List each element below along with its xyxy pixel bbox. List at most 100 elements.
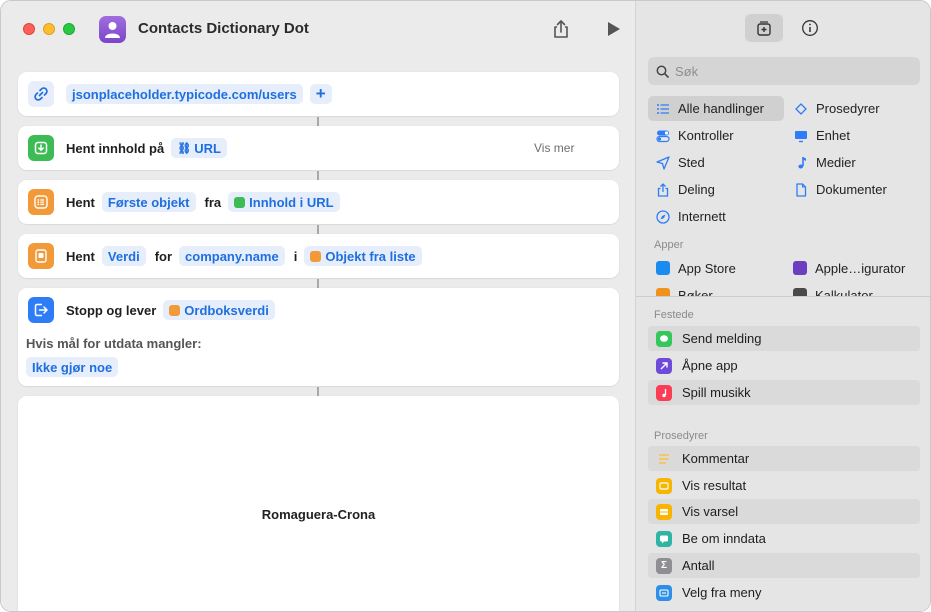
action-url[interactable]: jsonplaceholder.typicode.com/users + xyxy=(18,72,619,116)
search-input[interactable] xyxy=(675,63,905,79)
menu-icon xyxy=(656,584,672,601)
show-more-button[interactable]: Vis mer xyxy=(534,141,574,155)
category-sharing[interactable]: Deling xyxy=(648,177,715,202)
dictionary-value-token[interactable]: Ordboksverdi xyxy=(163,300,275,320)
download-icon xyxy=(28,135,54,161)
close-window-button[interactable] xyxy=(23,23,35,35)
tab-details[interactable] xyxy=(791,14,829,42)
info-icon xyxy=(802,20,818,36)
category-label: Sted xyxy=(678,155,705,170)
app-item-apple-configurator[interactable]: Apple…igurator xyxy=(793,257,905,279)
token-label: Objekt fra liste xyxy=(325,248,416,264)
list-icon xyxy=(656,102,670,116)
for-label: for xyxy=(154,248,173,264)
action-count[interactable]: Σ Antall xyxy=(648,553,920,578)
action-label: Vis resultat xyxy=(682,478,747,493)
flow-connector xyxy=(317,387,319,396)
action-label: Kommentar xyxy=(682,451,750,466)
download-icon xyxy=(234,196,246,208)
flow-connector xyxy=(317,171,319,180)
action-stop-and-output[interactable]: Stopp og lever Ordboksverdi Hvis mål for… xyxy=(18,288,619,386)
action-label: Hent xyxy=(66,194,95,210)
exit-icon xyxy=(28,297,54,323)
tab-action-library[interactable] xyxy=(745,14,783,42)
comment-lines-icon xyxy=(656,451,672,467)
titlebar: Contacts Dictionary Dot xyxy=(1,1,635,57)
category-all-actions[interactable]: Alle handlinger xyxy=(648,96,784,121)
monitor-icon xyxy=(794,129,808,143)
fallback-option-token[interactable]: Ikke gjør noe xyxy=(26,357,119,377)
action-comment[interactable]: Kommentar xyxy=(648,446,920,471)
music-note-icon xyxy=(794,156,808,170)
category-label: Enhet xyxy=(816,128,850,143)
url-token[interactable]: jsonplaceholder.typicode.com/users xyxy=(66,84,303,104)
action-get-dictionary-value[interactable]: Hent Verdi for company.name i Objekt fra… xyxy=(18,234,619,278)
category-label: Internett xyxy=(678,209,726,224)
category-media[interactable]: Medier xyxy=(786,150,856,175)
library-add-icon xyxy=(757,21,771,36)
action-label: Be om inndata xyxy=(682,531,766,546)
action-canvas: jsonplaceholder.typicode.com/users + Hen… xyxy=(1,57,635,611)
action-ask-for-input[interactable]: Be om inndata xyxy=(648,526,920,551)
result-text: Romaguera-Crona xyxy=(261,507,376,522)
add-url-button[interactable]: + xyxy=(309,84,332,104)
shortcut-editor: Contacts Dictionary Dot jsonplaceholder.… xyxy=(1,1,635,611)
action-label: Velg fra meny xyxy=(682,585,762,600)
speech-bubble-icon xyxy=(656,530,672,547)
action-open-app[interactable]: Åpne app xyxy=(648,353,920,378)
contents-variable-token[interactable]: Innhold i URL xyxy=(228,192,340,212)
app-item-app-store[interactable]: App Store xyxy=(656,257,736,279)
run-button[interactable] xyxy=(603,18,625,40)
action-label: Åpne app xyxy=(682,358,738,373)
app-item-books[interactable]: Bøker xyxy=(656,284,713,296)
category-documents[interactable]: Dokumenter xyxy=(786,177,887,202)
action-play-music[interactable]: Spill musikk xyxy=(648,380,920,405)
category-label: Deling xyxy=(678,182,715,197)
action-label: Stopp og lever xyxy=(66,302,157,318)
shortcut-icon[interactable] xyxy=(99,16,126,43)
token-label: URL xyxy=(194,140,221,156)
item-selector-token[interactable]: Første objekt xyxy=(101,192,196,212)
token-label: Ordboksverdi xyxy=(184,302,269,318)
action-label: Vis varsel xyxy=(682,504,739,519)
category-device[interactable]: Enhet xyxy=(786,123,850,148)
action-send-message[interactable]: Send melding xyxy=(648,326,920,351)
list-item-variable-token[interactable]: Objekt fra liste xyxy=(304,246,422,266)
key-token[interactable]: company.name xyxy=(179,246,285,266)
category-location[interactable]: Sted xyxy=(648,150,705,175)
dictionary-icon xyxy=(169,304,181,316)
value-kind-token[interactable]: Verdi xyxy=(101,246,146,266)
link-icon xyxy=(28,81,54,107)
link-icon: ⛓ xyxy=(177,142,192,155)
flow-icon xyxy=(794,102,808,116)
category-controls[interactable]: Kontroller xyxy=(648,123,734,148)
zoom-window-button[interactable] xyxy=(63,23,75,35)
share-button[interactable] xyxy=(550,18,572,40)
action-show-alert[interactable]: Vis varsel xyxy=(648,499,920,524)
calculator-icon xyxy=(793,288,807,296)
result-icon xyxy=(656,477,672,494)
action-label: Hent innhold på xyxy=(66,140,165,156)
url-variable-token[interactable]: ⛓ URL xyxy=(171,138,227,158)
search-field[interactable] xyxy=(648,57,920,85)
action-show-result[interactable]: Vis resultat xyxy=(648,473,920,498)
flow-connector xyxy=(317,117,319,126)
play-icon xyxy=(608,22,620,36)
library-upper: Alle handlinger Prosedyrer Kontroller En… xyxy=(636,1,930,296)
category-procedures[interactable]: Prosedyrer xyxy=(786,96,880,121)
share-icon xyxy=(656,182,670,197)
apps-section-header: Apper xyxy=(654,239,684,251)
compass-icon xyxy=(656,209,670,224)
share-icon xyxy=(554,20,568,38)
action-choose-from-menu[interactable]: Velg fra meny xyxy=(648,580,920,605)
window-title[interactable]: Contacts Dictionary Dot xyxy=(138,20,309,37)
list-icon xyxy=(28,189,54,215)
action-get-contents[interactable]: Hent innhold på ⛓ URL Vis mer xyxy=(18,126,619,170)
sidebar-divider[interactable] xyxy=(636,296,930,297)
action-get-item-from-list[interactable]: Hent Første objekt fra Innhold i URL xyxy=(18,180,619,224)
flow-connector xyxy=(317,225,319,234)
minimize-window-button[interactable] xyxy=(43,23,55,35)
app-item-calculator[interactable]: Kalkulator xyxy=(793,284,873,296)
procedures-section-header: Prosedyrer xyxy=(654,430,708,442)
category-web[interactable]: Internett xyxy=(648,204,726,229)
